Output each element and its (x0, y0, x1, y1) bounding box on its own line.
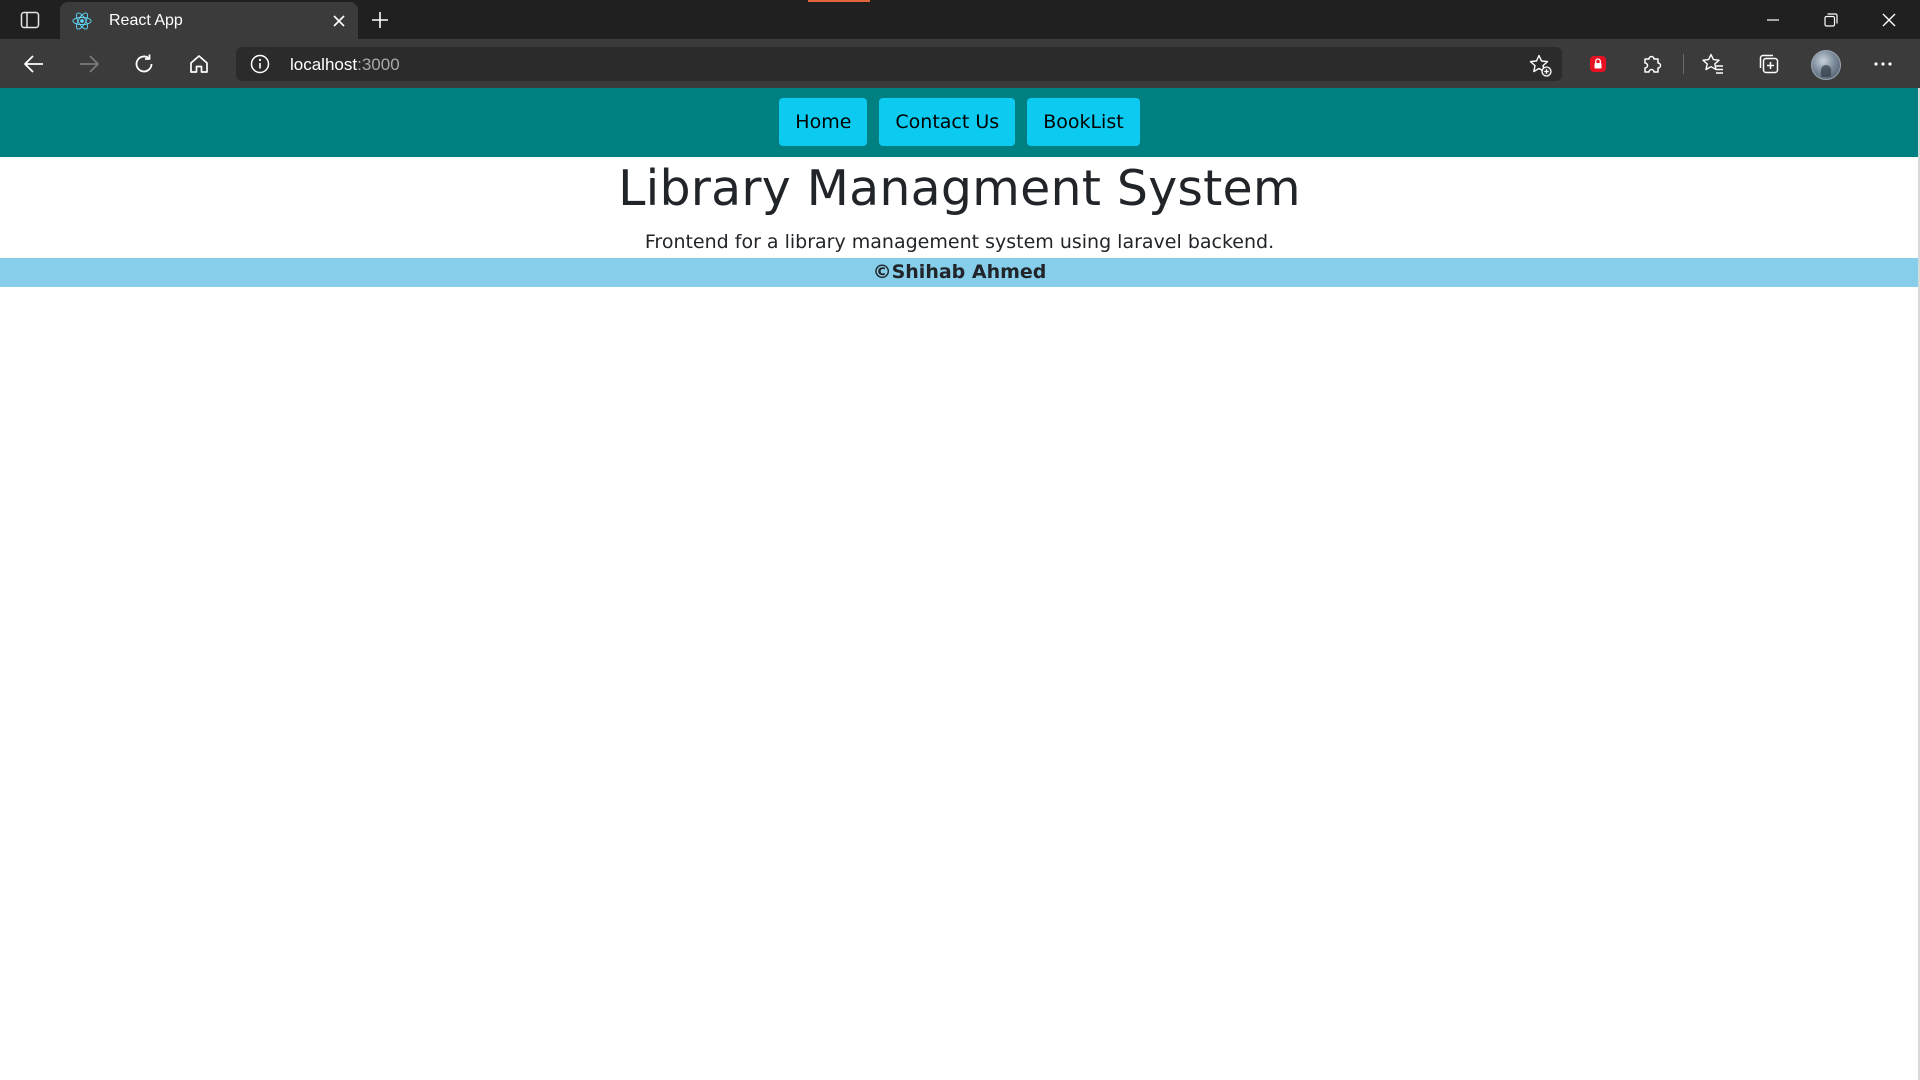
site-navbar: Home Contact Us BookList (0, 88, 1919, 157)
url-text[interactable]: localhost:3000 (290, 55, 400, 75)
home-icon[interactable] (180, 45, 218, 83)
browser-toolbar: localhost:3000 (0, 39, 1920, 88)
restore-icon[interactable] (1803, 0, 1859, 39)
address-bar[interactable]: localhost:3000 (236, 47, 1562, 81)
lock-shield-icon[interactable] (1582, 48, 1614, 80)
info-icon[interactable] (250, 54, 270, 74)
close-tab-icon[interactable] (328, 10, 350, 32)
nav-home-button[interactable]: Home (779, 97, 868, 146)
browser-tab[interactable]: React App (60, 2, 358, 39)
favorites-icon[interactable] (1697, 48, 1729, 80)
star-plus-icon[interactable] (1528, 53, 1552, 77)
tab-title: React App (109, 11, 183, 29)
puzzle-icon[interactable] (1636, 48, 1668, 80)
page-loading-indicator (808, 0, 870, 2)
browser-title-bar: React App (0, 0, 1920, 39)
forward-arrow-icon[interactable] (70, 45, 108, 83)
collections-icon[interactable] (1753, 48, 1785, 80)
tab-list-icon[interactable] (14, 6, 46, 34)
site-footer: ©Shihab Ahmed (0, 258, 1919, 287)
close-window-icon[interactable] (1861, 0, 1917, 39)
react-logo-icon (71, 10, 93, 32)
page-title: Library Managment System (618, 160, 1301, 217)
page-viewport: Home Contact Us BookList Library Managme… (0, 88, 1920, 1080)
new-tab-plus-icon[interactable] (365, 6, 395, 34)
toolbar-separator (1683, 54, 1684, 74)
minimize-icon[interactable] (1745, 0, 1801, 39)
page-subtitle: Frontend for a library management system… (644, 231, 1275, 253)
back-arrow-icon[interactable] (15, 45, 53, 83)
nav-booklist-button[interactable]: BookList (1027, 97, 1140, 146)
url-port: :3000 (357, 55, 400, 74)
more-dots-icon[interactable] (1867, 48, 1899, 80)
nav-contact-us-button[interactable]: Contact Us (879, 97, 1016, 146)
avatar[interactable] (1811, 50, 1841, 80)
url-host: localhost (290, 55, 358, 74)
refresh-icon[interactable] (125, 45, 163, 83)
